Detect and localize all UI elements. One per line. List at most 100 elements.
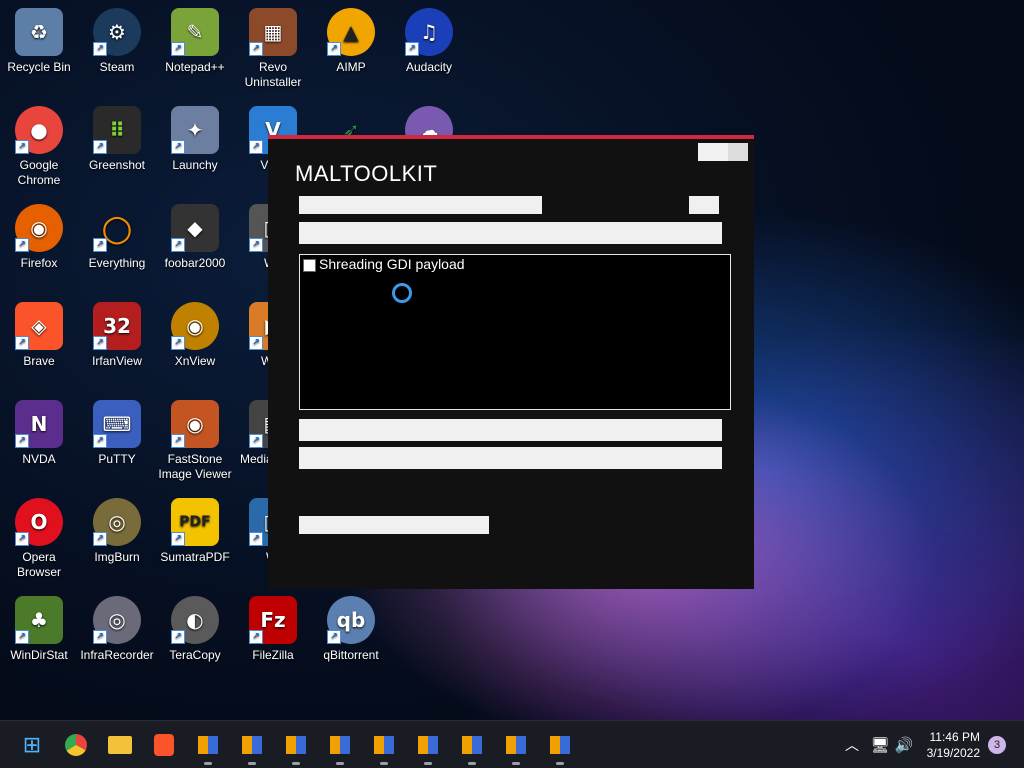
chevron-up-icon[interactable]: ︿ bbox=[838, 731, 866, 759]
taskbar-app-7[interactable] bbox=[458, 731, 486, 765]
running-indicator bbox=[512, 762, 520, 765]
nvda-icon: N ↗ bbox=[15, 400, 63, 448]
volume-icon[interactable]: 🔊 bbox=[890, 731, 918, 759]
chrome-icon bbox=[65, 734, 87, 756]
start-button[interactable]: ⊞ bbox=[18, 731, 46, 759]
desktop-icon-aimp[interactable]: ▲ ↗ AIMP bbox=[312, 0, 390, 75]
qbittorrent-icon: qb ↗ bbox=[327, 596, 375, 644]
running-indicator bbox=[556, 762, 564, 765]
taskbar-app-1[interactable] bbox=[194, 731, 222, 765]
bar-3[interactable] bbox=[299, 419, 722, 441]
pdf-icon: PDF ↗ bbox=[171, 498, 219, 546]
close-button[interactable] bbox=[728, 143, 748, 161]
firefox-icon: ◉ ↗ bbox=[15, 204, 63, 252]
brave-icon: ◈ ↗ bbox=[15, 302, 63, 350]
payload-checkbox-label: Shreading GDI payload bbox=[319, 256, 465, 272]
desktop-icon-launchy[interactable]: ✦ ↗ Launchy bbox=[156, 98, 234, 173]
notepad-icon: ✎ ↗ bbox=[171, 8, 219, 56]
running-indicator bbox=[204, 762, 212, 765]
taskbar-app-5[interactable] bbox=[370, 731, 398, 765]
window-title: MALTOOLKIT bbox=[295, 161, 438, 186]
top-bar-left[interactable] bbox=[299, 196, 542, 214]
app-icon bbox=[462, 736, 482, 754]
desktop-icon-foobar2000[interactable]: ◆ ↗ foobar2000 bbox=[156, 196, 234, 271]
taskbar-app-8[interactable] bbox=[502, 731, 530, 765]
bar-4[interactable] bbox=[299, 447, 722, 469]
desktop-icon-google-chrome[interactable]: ● ↗ Google Chrome bbox=[0, 98, 78, 188]
audacity-icon: ♫ ↗ bbox=[405, 8, 453, 56]
desktop-icon-opera[interactable]: O ↗ Opera Browser bbox=[0, 490, 78, 580]
app-icon bbox=[418, 736, 438, 754]
app-icon bbox=[330, 736, 350, 754]
windirstat-icon: ♣ ↗ bbox=[15, 596, 63, 644]
loading-spinner-icon bbox=[392, 283, 412, 303]
launchy-icon: ✦ ↗ bbox=[171, 106, 219, 154]
app-icon bbox=[374, 736, 394, 754]
desktop-icon-irfanview[interactable]: 32 ↗ IrfanView bbox=[78, 294, 156, 369]
chrome-icon: ● ↗ bbox=[15, 106, 63, 154]
steam-icon: ⚙ ↗ bbox=[93, 8, 141, 56]
taskbar-app-2[interactable] bbox=[238, 731, 266, 765]
bar-5[interactable] bbox=[299, 516, 489, 534]
everything-icon: ○ ↗ bbox=[93, 204, 141, 252]
xnview-icon: ◉ ↗ bbox=[171, 302, 219, 350]
recycle-bin-icon: ♻ bbox=[15, 8, 63, 56]
foobar-icon: ◆ ↗ bbox=[171, 204, 219, 252]
clock-date: 3/19/2022 bbox=[926, 746, 980, 760]
taskbar-chrome[interactable] bbox=[62, 731, 90, 759]
desktop-icon-nvda[interactable]: N ↗ NVDA bbox=[0, 392, 78, 467]
app-icon bbox=[242, 736, 262, 754]
desktop-icon-infrarecorder[interactable]: ◎ ↗ InfraRecorder bbox=[78, 588, 156, 663]
app-icon bbox=[286, 736, 306, 754]
desktop-icon-faststone[interactable]: ◉ ↗ FastStone Image Viewer bbox=[156, 392, 234, 482]
irfanview-icon: 32 ↗ bbox=[93, 302, 141, 350]
desktop-icon-brave[interactable]: ◈ ↗ Brave bbox=[0, 294, 78, 369]
taskbar-brave[interactable] bbox=[150, 731, 178, 759]
taskbar-app-6[interactable] bbox=[414, 731, 442, 765]
running-indicator bbox=[468, 762, 476, 765]
putty-icon: ⌨ ↗ bbox=[93, 400, 141, 448]
notification-badge[interactable]: 3 bbox=[988, 736, 1006, 754]
running-indicator bbox=[248, 762, 256, 765]
app-icon bbox=[506, 736, 526, 754]
app-icon bbox=[198, 736, 218, 754]
running-indicator bbox=[380, 762, 388, 765]
desktop-icon-audacity[interactable]: ♫ ↗ Audacity bbox=[390, 0, 468, 75]
taskbar-app-9[interactable] bbox=[546, 731, 574, 765]
window-controls[interactable] bbox=[698, 143, 748, 161]
brave-icon bbox=[154, 734, 174, 756]
desktop-icon-teracopy[interactable]: ◐ ↗ TeraCopy bbox=[156, 588, 234, 663]
desktop-icon-firefox[interactable]: ◉ ↗ Firefox bbox=[0, 196, 78, 271]
revo-icon: ▦ ↗ bbox=[249, 8, 297, 56]
taskbar-app-4[interactable] bbox=[326, 731, 354, 765]
app-icon bbox=[550, 736, 570, 754]
faststone-icon: ◉ ↗ bbox=[171, 400, 219, 448]
imgburn-icon: ◎ ↗ bbox=[93, 498, 141, 546]
desktop-icon-everything[interactable]: ○ ↗ Everything bbox=[78, 196, 156, 271]
filezilla-icon: Fz ↗ bbox=[249, 596, 297, 644]
desktop-icon-steam[interactable]: ⚙ ↗ Steam bbox=[78, 0, 156, 75]
payload-panel: Shreading GDI payload bbox=[299, 254, 731, 410]
desktop-icon-greenshot[interactable]: ⠿ ↗ Greenshot bbox=[78, 98, 156, 173]
taskbar-app-3[interactable] bbox=[282, 731, 310, 765]
bar-2[interactable] bbox=[299, 222, 722, 244]
desktop-icon-xnview[interactable]: ◉ ↗ XnView bbox=[156, 294, 234, 369]
payload-checkbox[interactable] bbox=[303, 259, 316, 272]
top-bar-button[interactable] bbox=[689, 196, 719, 214]
infrarecorder-icon: ◎ ↗ bbox=[93, 596, 141, 644]
system-clock[interactable]: 11:46 PM 3/19/2022 bbox=[927, 729, 980, 761]
desktop-icon-notepadpp[interactable]: ✎ ↗ Notepad++ bbox=[156, 0, 234, 75]
folder-icon bbox=[108, 736, 132, 754]
aimp-icon: ▲ ↗ bbox=[327, 8, 375, 56]
desktop-icon-sumatrapdf[interactable]: PDF ↗ SumatraPDF bbox=[156, 490, 234, 565]
desktop-icon-windirstat[interactable]: ♣ ↗ WinDirStat bbox=[0, 588, 78, 663]
taskbar-file-explorer[interactable] bbox=[106, 731, 134, 759]
taskbar: ⊞ ︿ 🖥 🔊 11:46 PM 3/19/2022 3 bbox=[0, 720, 1024, 768]
desktop-icon-revo[interactable]: ▦ ↗ Revo Uninstaller bbox=[234, 0, 312, 90]
desktop-icon-filezilla[interactable]: Fz ↗ FileZilla bbox=[234, 588, 312, 663]
desktop-icon-putty[interactable]: ⌨ ↗ PuTTY bbox=[78, 392, 156, 467]
desktop-icon-qbittorrent[interactable]: qb ↗ qBittorrent bbox=[312, 588, 390, 663]
desktop-icon-imgburn[interactable]: ◎ ↗ ImgBurn bbox=[78, 490, 156, 565]
clock-time: 11:46 PM bbox=[929, 730, 980, 744]
desktop-icon-recycle-bin[interactable]: ♻ Recycle Bin bbox=[0, 0, 78, 75]
